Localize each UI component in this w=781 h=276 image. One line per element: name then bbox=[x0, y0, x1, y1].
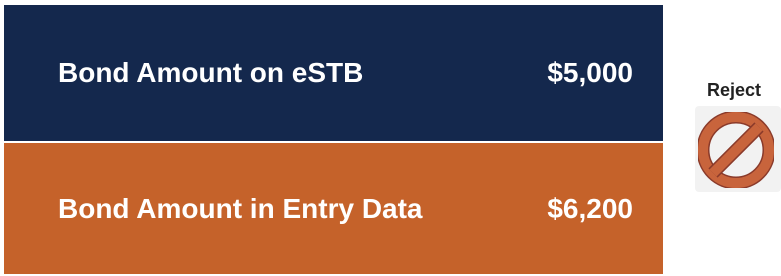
estb-bond-row: Bond Amount on eSTB $5,000 bbox=[4, 5, 663, 141]
entry-data-bond-row: Bond Amount in Entry Data $6,200 bbox=[4, 143, 663, 274]
estb-bond-label: Bond Amount on eSTB bbox=[58, 57, 364, 88]
reject-label: Reject bbox=[707, 80, 762, 100]
prohibited-icon bbox=[695, 106, 781, 192]
entry-data-bond-amount: $6,200 bbox=[547, 192, 633, 224]
estb-bond-amount: $5,000 bbox=[547, 57, 633, 88]
reject-indicator: Reject bbox=[695, 80, 781, 192]
entry-data-bond-label: Bond Amount in Entry Data bbox=[58, 192, 423, 224]
